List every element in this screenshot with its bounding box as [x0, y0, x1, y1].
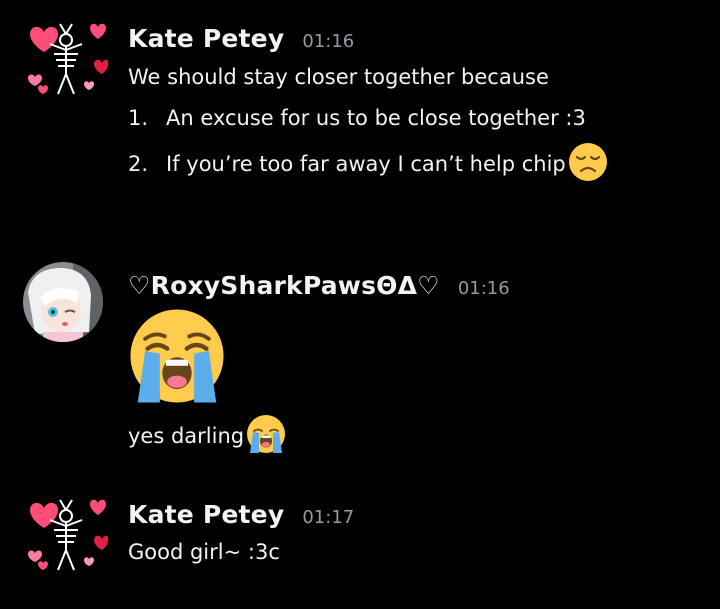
loudly-crying-face-icon[interactable] — [128, 307, 226, 409]
avatar[interactable] — [23, 262, 103, 342]
anime-girl-icon — [23, 262, 103, 342]
heart-skeleton-icon — [28, 23, 108, 95]
list-number: 2. — [128, 152, 149, 176]
username[interactable]: Kate Petey — [128, 500, 284, 529]
message-header: Kate Petey 01:17 — [128, 500, 354, 529]
message-group-kate-2: Kate Petey 01:17 Good girl~ :3c — [0, 480, 720, 600]
loudly-crying-face-icon[interactable] — [246, 414, 286, 459]
list-text: If you’re too far away I can’t help chip — [166, 152, 566, 176]
message-text-content: We should stay closer together because — [128, 65, 549, 89]
timestamp[interactable]: 01:17 — [302, 507, 354, 528]
username[interactable]: Kate Petey — [128, 24, 284, 53]
timestamp[interactable]: 01:16 — [458, 278, 510, 299]
message-text: We should stay closer together because — [128, 63, 549, 91]
list-item: 2. If you’re too far away I can’t help c… — [128, 142, 608, 187]
message-text: Good girl~ :3c — [128, 538, 280, 566]
message-text-content: yes darling — [128, 424, 245, 448]
username[interactable]: ♡RoxySharkPawsΘΔ♡ — [128, 271, 440, 300]
message-group-kate-1: Kate Petey 01:16 We should stay closer t… — [0, 0, 720, 200]
list-text: An excuse for us to be close together :3 — [166, 106, 586, 130]
disappointed-face-icon[interactable] — [568, 142, 608, 187]
heart-skeleton-icon — [28, 499, 108, 571]
avatar[interactable] — [20, 490, 108, 578]
timestamp[interactable]: 01:16 — [302, 31, 354, 52]
message-header: ♡RoxySharkPawsΘΔ♡ 01:16 — [128, 271, 510, 300]
message-header: Kate Petey 01:16 — [128, 24, 354, 53]
message-group-roxy: ♡RoxySharkPawsΘΔ♡ 01:16 yes darling — [0, 250, 720, 470]
list-number: 1. — [128, 106, 149, 130]
avatar[interactable] — [20, 14, 108, 102]
message-text-content: Good girl~ :3c — [128, 540, 280, 564]
list-item: 1. An excuse for us to be close together… — [128, 104, 586, 132]
message-text: yes darling — [128, 414, 286, 458]
